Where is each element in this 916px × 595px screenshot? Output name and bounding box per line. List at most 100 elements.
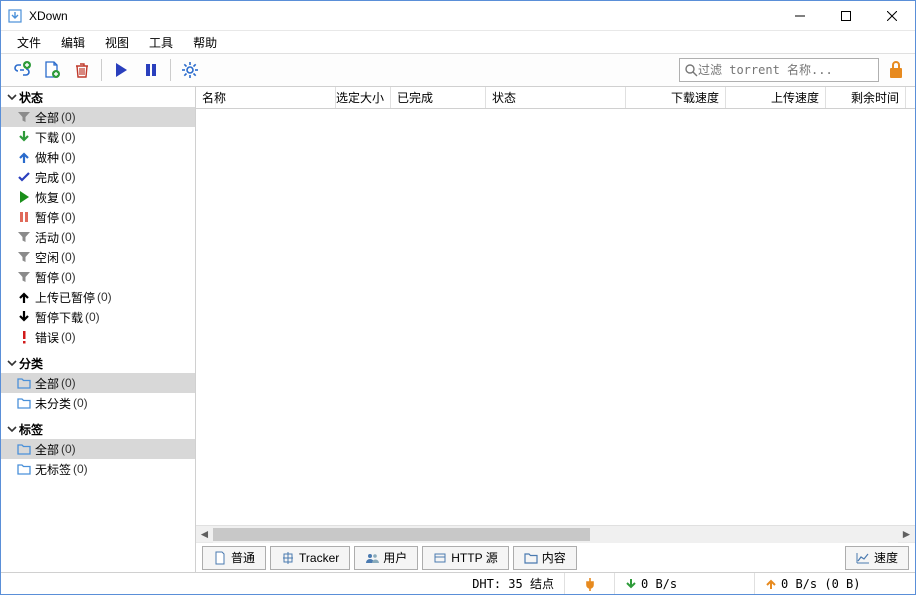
section-header-1[interactable]: 分类	[1, 353, 195, 373]
menu-item-1[interactable]: 编辑	[51, 32, 95, 53]
filter-all[interactable]: 全部 (0)	[1, 107, 195, 127]
tab-speed[interactable]: 速度	[845, 546, 909, 570]
column-header-0[interactable]: 名称	[196, 87, 336, 108]
folder-icon	[15, 397, 33, 409]
tab-label: 内容	[542, 549, 566, 566]
scrollbar-right-arrow[interactable]: ►	[898, 526, 915, 543]
sidebar-item-count: (0)	[61, 376, 76, 390]
sidebar-item-label: 暂停	[35, 269, 59, 286]
maximize-button[interactable]	[823, 1, 869, 31]
lock-icon[interactable]	[883, 60, 909, 80]
start-button[interactable]	[106, 56, 136, 84]
filter-seed[interactable]: 做种 (0)	[1, 147, 195, 167]
add-link-button[interactable]	[7, 56, 37, 84]
filter-paused[interactable]: 暂停 (0)	[1, 207, 195, 227]
column-header-6[interactable]: 剩余时间	[826, 87, 906, 108]
delete-button[interactable]	[67, 56, 97, 84]
arrow-up-icon	[15, 290, 33, 304]
filter-idle[interactable]: 空闲 (0)	[1, 247, 195, 267]
tag-notag[interactable]: 无标签 (0)	[1, 459, 195, 479]
filter-resume[interactable]: 恢复 (0)	[1, 187, 195, 207]
pause-button[interactable]	[136, 56, 166, 84]
section-title: 分类	[19, 355, 43, 372]
toolbar	[1, 53, 915, 87]
sidebar-item-count: (0)	[61, 230, 76, 244]
scrollbar-thumb[interactable]	[213, 528, 590, 541]
column-header-3[interactable]: 状态	[486, 87, 626, 108]
tab-content[interactable]: 内容	[513, 546, 577, 570]
section-header-2[interactable]: 标签	[1, 419, 195, 439]
tab-tracker[interactable]: Tracker	[270, 546, 350, 570]
http-icon	[433, 551, 447, 565]
scrollbar-left-arrow[interactable]: ◄	[196, 526, 213, 543]
scrollbar-track[interactable]	[213, 526, 898, 543]
search-icon	[684, 63, 698, 77]
list-body[interactable]	[196, 109, 915, 525]
main-panel: 名称选定大小已完成状态下载速度上传速度剩余时间 ◄ ► 普通 Tracker 用户H…	[196, 87, 915, 572]
tab-http[interactable]: HTTP 源	[422, 546, 508, 570]
tracker-icon	[281, 551, 295, 565]
sidebar-item-label: 全部	[35, 109, 59, 126]
tab-label: Tracker	[299, 551, 339, 565]
filter-dl-paused[interactable]: 暂停下载 (0)	[1, 307, 195, 327]
sidebar-item-label: 无标签	[35, 461, 71, 478]
minimize-button[interactable]	[777, 1, 823, 31]
search-box[interactable]	[679, 58, 879, 82]
sidebar-item-label: 下载	[35, 129, 59, 146]
filter-up-paused[interactable]: 上传已暂停 (0)	[1, 287, 195, 307]
search-input[interactable]	[698, 63, 874, 77]
column-header-4[interactable]: 下载速度	[626, 87, 726, 108]
column-header-2[interactable]: 已完成	[391, 87, 486, 108]
filter-error[interactable]: 错误 (0)	[1, 327, 195, 347]
sidebar-item-count: (0)	[61, 250, 76, 264]
chevron-down-icon	[5, 92, 19, 102]
filter-active[interactable]: 活动 (0)	[1, 227, 195, 247]
close-button[interactable]	[869, 1, 915, 31]
settings-button[interactable]	[175, 56, 205, 84]
menu-item-2[interactable]: 视图	[95, 32, 139, 53]
funnel-icon	[15, 250, 33, 264]
sidebar-item-count: (0)	[61, 130, 76, 144]
tab-users[interactable]: 用户	[354, 546, 418, 570]
menu-item-4[interactable]: 帮助	[183, 32, 227, 53]
sidebar-item-count: (0)	[97, 290, 112, 304]
filter-download[interactable]: 下载 (0)	[1, 127, 195, 147]
funnel-icon	[15, 270, 33, 284]
column-header-5[interactable]: 上传速度	[726, 87, 826, 108]
chevron-down-icon	[5, 358, 19, 368]
status-disk[interactable]	[565, 573, 615, 594]
sidebar-item-count: (0)	[61, 442, 76, 456]
toolbar-separator	[170, 59, 171, 81]
status-download-speed[interactable]: 0 B/s	[615, 573, 755, 594]
sidebar-item-label: 暂停下载	[35, 309, 83, 326]
cat-all[interactable]: 全部 (0)	[1, 373, 195, 393]
horizontal-scrollbar[interactable]: ◄ ►	[196, 525, 915, 542]
filter-done[interactable]: 完成 (0)	[1, 167, 195, 187]
sidebar-item-count: (0)	[61, 190, 76, 204]
arrow-down-icon	[15, 310, 33, 324]
filter-paused2[interactable]: 暂停 (0)	[1, 267, 195, 287]
cat-uncat[interactable]: 未分类 (0)	[1, 393, 195, 413]
window-buttons	[777, 1, 915, 31]
tab-general[interactable]: 普通	[202, 546, 266, 570]
funnel-icon	[15, 230, 33, 244]
menu-item-3[interactable]: 工具	[139, 32, 183, 53]
sidebar-item-count: (0)	[73, 396, 88, 410]
sidebar-item-count: (0)	[61, 110, 76, 124]
tab-label: 普通	[231, 549, 255, 566]
sidebar-item-label: 暂停	[35, 209, 59, 226]
arrow-up-icon	[15, 150, 33, 164]
sidebar-item-label: 全部	[35, 441, 59, 458]
menu-item-0[interactable]: 文件	[7, 32, 51, 53]
status-upload-speed[interactable]: 0 B/s (0 B)	[755, 573, 915, 594]
sidebar-item-count: (0)	[73, 462, 88, 476]
tag-all[interactable]: 全部 (0)	[1, 439, 195, 459]
download-speed-value: 0 B/s	[641, 577, 677, 591]
sidebar-item-count: (0)	[61, 170, 76, 184]
statusbar: DHT: 35 结点 0 B/s 0 B/s (0 B)	[1, 572, 915, 594]
section-header-0[interactable]: 状态	[1, 87, 195, 107]
status-dht: DHT: 35 结点	[462, 573, 565, 594]
chevron-down-icon	[5, 424, 19, 434]
column-header-1[interactable]: 选定大小	[336, 87, 391, 108]
add-file-button[interactable]	[37, 56, 67, 84]
